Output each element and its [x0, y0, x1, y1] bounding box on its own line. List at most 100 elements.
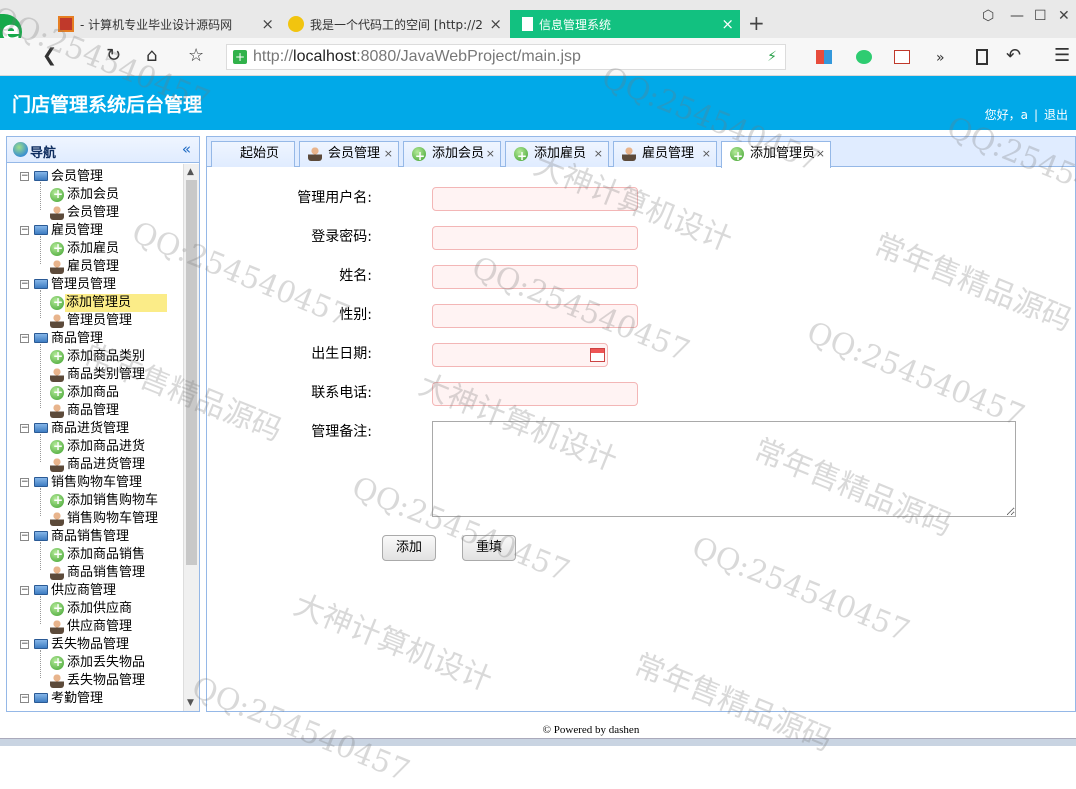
close-icon[interactable]: ×	[721, 15, 734, 33]
back-icon[interactable]: ❮	[42, 46, 57, 66]
scroll-up-icon[interactable]: ▲	[187, 167, 194, 177]
content-tab[interactable]: 雇员管理 ×	[613, 141, 717, 167]
browser-tab-title: - 计算机专业毕业设计源码网	[80, 17, 233, 32]
extensions-icon[interactable]	[816, 50, 832, 64]
computer-icon	[34, 477, 48, 487]
collapse-left-icon[interactable]: «	[182, 140, 191, 158]
close-icon[interactable]: ×	[489, 15, 502, 33]
tree-expander-icon[interactable]: −	[20, 694, 29, 703]
tab-close-icon[interactable]: ×	[816, 142, 825, 166]
nav-item-label: 添加会员	[67, 187, 120, 202]
content-tabs: 起始页会员管理×添加会员×添加雇员×雇员管理×添加管理员×	[207, 137, 1075, 168]
nav-title: 导航	[30, 146, 57, 161]
user-icon	[50, 368, 64, 382]
maximize-icon[interactable]: ☐	[1034, 8, 1047, 24]
speed-mode-icon[interactable]: ⚡	[767, 49, 777, 65]
nav-group-label: 商品销售管理	[51, 529, 130, 544]
content-tab[interactable]: 会员管理 ×	[299, 141, 399, 167]
minimize-icon[interactable]: —	[1010, 8, 1024, 24]
add-icon	[412, 144, 426, 168]
tree-expander-icon[interactable]: −	[20, 640, 29, 649]
site-favicon-icon	[288, 16, 304, 32]
tree-guide-line	[40, 596, 41, 624]
add-icon	[50, 491, 64, 509]
reload-icon[interactable]: ↻	[106, 46, 121, 66]
tree-guide-line	[40, 182, 41, 210]
close-icon[interactable]: ×	[261, 15, 274, 33]
scroll-thumb[interactable]	[186, 180, 197, 565]
scroll-down-icon[interactable]: ▼	[187, 698, 194, 708]
add-button[interactable]: 添加	[382, 535, 436, 561]
logout-link[interactable]: 退出	[1044, 108, 1068, 122]
username-input[interactable]	[432, 187, 638, 211]
calendar-icon[interactable]	[590, 348, 605, 362]
tree-expander-icon[interactable]: −	[20, 172, 29, 181]
tree-expander-icon[interactable]: −	[20, 478, 29, 487]
tree-expander-icon[interactable]: −	[20, 586, 29, 595]
browser-tab-1[interactable]: - 计算机专业毕业设计源码网 ×	[52, 10, 280, 38]
memo-textarea[interactable]	[432, 421, 1016, 517]
tree-expander-icon[interactable]: −	[20, 280, 29, 289]
browser-tab-2[interactable]: 我是一个代码工的空间 [http://2 ×	[282, 10, 508, 38]
menu-icon[interactable]: ☰	[1054, 46, 1070, 66]
tree-expander-icon[interactable]: −	[20, 226, 29, 235]
computer-icon	[34, 585, 48, 595]
browser-tab-active[interactable]: 信息管理系统 ×	[510, 10, 740, 38]
close-window-icon[interactable]: ✕	[1058, 8, 1070, 24]
name-input[interactable]	[432, 265, 638, 289]
reset-button[interactable]: 重填	[462, 535, 516, 561]
tree-expander-icon[interactable]: −	[20, 334, 29, 343]
undo-icon[interactable]: ↶	[1006, 46, 1021, 66]
tree-guide-line	[40, 542, 41, 570]
new-tab-button[interactable]: +	[748, 11, 765, 35]
more-tools-icon[interactable]: »	[936, 48, 945, 68]
add-icon	[50, 239, 64, 257]
add-icon	[50, 545, 64, 563]
content-tab[interactable]: 添加会员×	[403, 141, 501, 168]
tab-close-icon[interactable]: ×	[702, 142, 711, 166]
content-tab[interactable]: 添加管理员×	[721, 141, 831, 168]
password-label: 登录密码:	[311, 229, 372, 245]
user-icon	[50, 458, 64, 472]
username-label: 管理用户名:	[297, 190, 372, 206]
tree-guide-line	[40, 344, 41, 408]
bookmark-star-icon[interactable]: ☆	[188, 46, 204, 66]
address-url[interactable]: http://localhost:8080/JavaWebProject/mai…	[253, 48, 581, 66]
user-icon	[308, 147, 322, 161]
nav-item-label: 丢失物品管理	[67, 673, 146, 688]
browser-tabstrip: e - 计算机专业毕业设计源码网 × 我是一个代码工的空间 [http://2 …	[0, 0, 1076, 50]
birthday-input[interactable]	[432, 343, 608, 367]
page-favicon-icon	[522, 17, 533, 31]
birthday-label: 出生日期:	[311, 346, 372, 362]
nav-header: 导航 «	[7, 137, 199, 163]
computer-icon	[34, 279, 48, 289]
nav-tree: −会员管理添加会员会员管理−雇员管理添加雇员雇员管理−管理员管理添加管理员管理员…	[7, 164, 185, 711]
tab-close-icon[interactable]: ×	[486, 142, 495, 166]
nav-item-label: 添加商品	[67, 385, 120, 400]
gender-input[interactable]	[432, 304, 638, 328]
password-input[interactable]	[432, 226, 638, 250]
address-bar[interactable]: + http://localhost:8080/JavaWebProject/m…	[226, 44, 786, 70]
tree-expander-icon[interactable]: −	[20, 532, 29, 541]
nav-item-label: 会员管理	[67, 205, 120, 220]
user-icon	[50, 620, 64, 634]
computer-icon	[34, 423, 48, 433]
user-icon	[50, 314, 64, 328]
skin-icon[interactable]: ⬡	[982, 8, 994, 24]
reading-mode-icon[interactable]	[976, 49, 988, 65]
tab-close-icon[interactable]: ×	[384, 142, 393, 166]
content-tab[interactable]: 起始页	[211, 141, 295, 167]
nav-scrollbar[interactable]: ▲ ▼	[183, 164, 199, 711]
browser-tab-title: 我是一个代码工的空间 [http://2	[310, 17, 483, 32]
computer-icon	[34, 333, 48, 343]
tab-close-icon[interactable]: ×	[594, 142, 603, 166]
nav-item-label: 销售购物车管理	[67, 511, 159, 526]
user-greeting: 您好，a	[984, 108, 1028, 122]
security-shield-icon[interactable]	[856, 50, 872, 64]
content-tab[interactable]: 添加雇员 ×	[505, 141, 609, 168]
phone-input[interactable]	[432, 382, 638, 406]
tree-expander-icon[interactable]: −	[20, 424, 29, 433]
translate-icon[interactable]	[894, 50, 910, 64]
secure-icon: +	[233, 50, 247, 64]
home-icon[interactable]: ⌂	[146, 46, 157, 66]
